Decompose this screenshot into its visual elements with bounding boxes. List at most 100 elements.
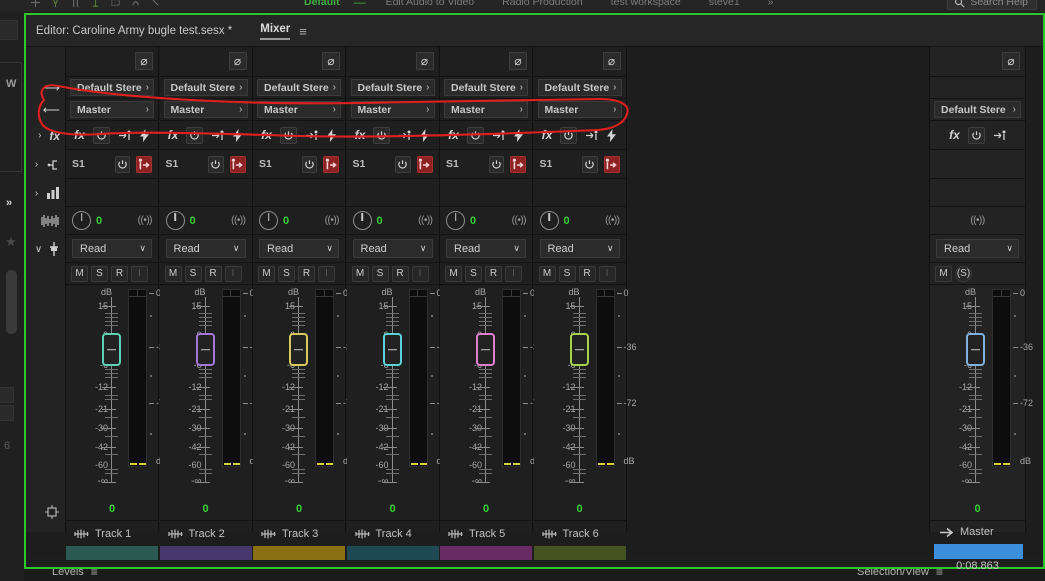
- fader-handle[interactable]: [289, 333, 308, 366]
- browser-expand-chevron[interactable]: »: [6, 197, 12, 209]
- send-slot-label[interactable]: S1: [353, 158, 370, 170]
- automation-mode-select[interactable]: Read ∨: [72, 239, 152, 258]
- mute-button[interactable]: M: [445, 265, 462, 282]
- record-arm-button[interactable]: R: [485, 265, 502, 282]
- output-device-icon[interactable]: ((•)): [231, 215, 246, 226]
- fx-icon[interactable]: fx: [355, 129, 366, 141]
- track-name[interactable]: Track 4: [347, 521, 439, 547]
- pan-knob[interactable]: [446, 211, 465, 230]
- fx-icon[interactable]: fx: [542, 129, 553, 141]
- master-automation-select[interactable]: Read ∨: [936, 239, 1019, 258]
- solo-button[interactable]: S: [278, 265, 295, 282]
- workspace-tab-steve1[interactable]: steve1: [695, 0, 754, 8]
- panel-menu-icon[interactable]: ≡: [936, 569, 943, 579]
- fx-icon[interactable]: fx: [168, 129, 179, 141]
- phase-invert-icon[interactable]: ⌀: [228, 52, 247, 70]
- bolt-icon[interactable]: [419, 128, 430, 142]
- master-input-select[interactable]: Default Stere ›: [934, 101, 1021, 118]
- pre-fader-insert-icon[interactable]: [492, 129, 505, 142]
- eq-expand-chevron[interactable]: ›: [32, 188, 41, 199]
- fader-handle[interactable]: [476, 333, 495, 366]
- pan-value[interactable]: 0: [564, 215, 570, 227]
- input-select[interactable]: Default Stere ›: [537, 79, 622, 96]
- effects-power-button[interactable]: [373, 126, 391, 144]
- editor-tab-title[interactable]: Editor: Caroline Army bugle test.sesx *: [26, 25, 232, 37]
- output-select[interactable]: Master ›: [70, 101, 154, 118]
- master-mute-button[interactable]: M: [935, 265, 952, 282]
- pan-value[interactable]: 0: [96, 215, 102, 227]
- output-device-icon[interactable]: ((•)): [605, 215, 620, 226]
- master-fader-handle[interactable]: [966, 333, 985, 366]
- spot-healing-tool-icon[interactable]: [150, 0, 161, 8]
- phase-invert-icon[interactable]: ⌀: [415, 52, 434, 70]
- gain-value[interactable]: 0: [109, 503, 115, 515]
- send-enable-button[interactable]: [603, 155, 620, 173]
- input-select[interactable]: Default Stere ›: [444, 79, 528, 96]
- automation-mode-select[interactable]: Read ∨: [259, 239, 339, 258]
- output-select[interactable]: Master ›: [257, 101, 341, 118]
- track-name[interactable]: Track 1: [66, 521, 158, 547]
- output-device-icon[interactable]: ((•)): [970, 215, 985, 226]
- send-slot-label[interactable]: S1: [540, 158, 557, 170]
- pre-fader-insert-icon[interactable]: [993, 129, 1006, 142]
- pre-fader-insert-icon[interactable]: [305, 129, 318, 142]
- track-name[interactable]: Track 5: [440, 521, 532, 547]
- panel-menu-icon[interactable]: ≡: [91, 569, 98, 579]
- pan-knob[interactable]: [165, 211, 185, 230]
- workspace-tab-edit-audio-to-video[interactable]: Edit Audio to Video: [372, 0, 489, 8]
- marquee-tool-icon[interactable]: [110, 0, 121, 8]
- input-monitor-button[interactable]: I: [505, 265, 522, 282]
- effects-power-button[interactable]: [967, 126, 985, 144]
- workspace-tab-radio-production[interactable]: Radio Production: [488, 0, 597, 8]
- input-monitor-button[interactable]: I: [411, 265, 429, 282]
- automation-expand-chevron[interactable]: ∨: [34, 244, 43, 255]
- track-name[interactable]: Track 3: [253, 521, 345, 547]
- pan-knob[interactable]: [352, 211, 372, 230]
- fx-icon[interactable]: fx: [74, 129, 85, 141]
- favorite-star-icon[interactable]: ★: [5, 234, 17, 250]
- gain-value[interactable]: 0: [202, 503, 208, 515]
- solo-button[interactable]: S: [184, 265, 202, 282]
- panel-tab-levels[interactable]: Levels ≡: [52, 569, 98, 579]
- send-power-button[interactable]: [582, 155, 598, 173]
- pan-knob[interactable]: [539, 211, 559, 230]
- master-solo-button[interactable]: (S): [955, 265, 972, 282]
- input-select[interactable]: Default Stere ›: [350, 79, 435, 96]
- fx-icon[interactable]: fx: [949, 129, 960, 141]
- bolt-icon[interactable]: [606, 128, 617, 142]
- output-device-icon[interactable]: ((•)): [138, 215, 153, 226]
- record-arm-button[interactable]: R: [298, 265, 315, 282]
- output-device-icon[interactable]: ((•)): [325, 215, 340, 226]
- fx-icon[interactable]: fx: [448, 129, 459, 141]
- effects-power-button[interactable]: [279, 126, 297, 144]
- phase-invert-icon[interactable]: ⌀: [1002, 52, 1020, 70]
- input-monitor-button[interactable]: I: [131, 265, 148, 282]
- input-monitor-button[interactable]: I: [318, 265, 335, 282]
- panel-tab-selection-view[interactable]: Selection/View ≡: [857, 569, 943, 579]
- fader-handle[interactable]: [382, 333, 402, 366]
- send-enable-button[interactable]: [323, 155, 339, 173]
- solo-button[interactable]: S: [371, 265, 389, 282]
- mute-button[interactable]: M: [538, 265, 556, 282]
- fx-icon[interactable]: fx: [261, 129, 272, 141]
- workspace-tab-default[interactable]: Default: [290, 0, 354, 8]
- move-tool-icon[interactable]: [30, 0, 41, 8]
- fader-handle[interactable]: [569, 333, 589, 366]
- bolt-icon[interactable]: [232, 128, 243, 142]
- bolt-icon[interactable]: [513, 128, 524, 142]
- send-power-button[interactable]: [208, 155, 224, 173]
- send-power-button[interactable]: [114, 155, 131, 173]
- output-select[interactable]: Master ›: [350, 101, 435, 118]
- send-slot-label[interactable]: S1: [72, 158, 89, 170]
- browser-cell-a[interactable]: [0, 387, 14, 403]
- gain-value[interactable]: 0: [483, 503, 489, 515]
- send-enable-button[interactable]: [136, 155, 152, 173]
- send-enable-button[interactable]: [416, 155, 433, 173]
- send-power-button[interactable]: [395, 155, 411, 173]
- track-name[interactable]: Track 6: [534, 521, 626, 547]
- fader-handle[interactable]: [195, 333, 215, 366]
- lasso-tool-icon[interactable]: [130, 0, 141, 8]
- solo-button[interactable]: S: [558, 265, 576, 282]
- master-name[interactable]: Master: [930, 521, 1025, 543]
- browser-field[interactable]: [0, 20, 18, 40]
